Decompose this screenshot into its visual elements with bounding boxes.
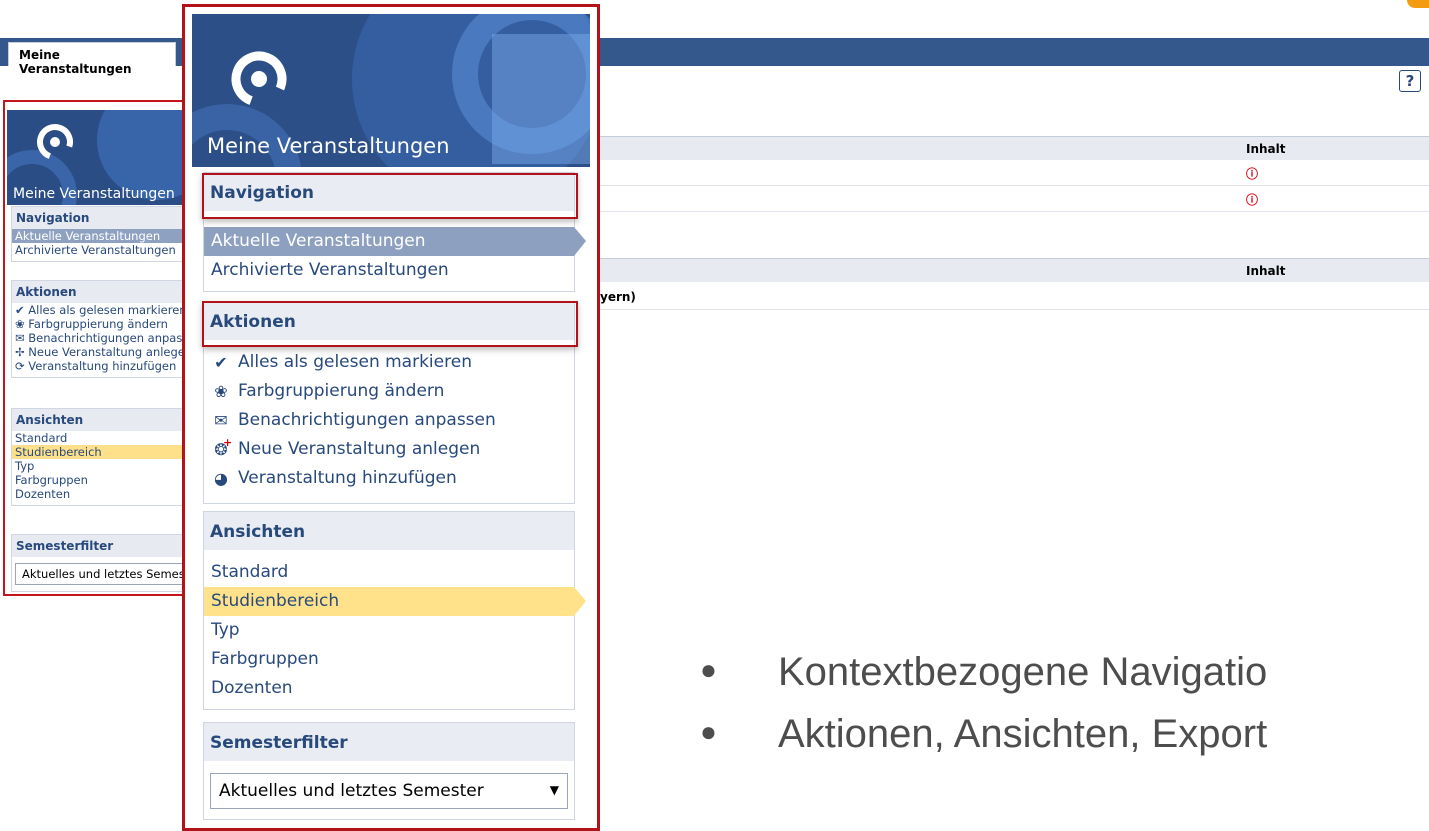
row-text: yern) xyxy=(600,290,636,304)
semester-filter-select[interactable]: Aktuelles und letztes Semeste xyxy=(15,563,191,585)
table-header: Inhalt xyxy=(598,136,1429,160)
sidebar-zoomed: Meine Veranstaltungen Navigation Aktuell… xyxy=(182,4,600,831)
checkmark-icon: ✔ xyxy=(214,353,228,372)
table-row[interactable]: ⓘ xyxy=(598,160,1429,186)
palette-icon: ❀ xyxy=(15,317,29,331)
action-new-course[interactable]: ❂ + Neue Veranstaltung anlegen xyxy=(204,435,574,464)
actions-highlight xyxy=(202,301,578,347)
table-header: Inhalt xyxy=(598,258,1429,282)
view-farbgruppen[interactable]: Farbgruppen xyxy=(12,473,186,487)
views-group: Ansichten Standard Studienbereich Typ Fa… xyxy=(11,408,187,506)
view-farbgruppen[interactable]: Farbgruppen xyxy=(204,645,574,674)
action-add-course[interactable]: ⟳ Veranstaltung hinzufügen xyxy=(12,359,186,373)
action-mark-read[interactable]: ✔ Alles als gelesen markieren xyxy=(12,303,187,317)
view-studienbereich[interactable]: Studienbereich xyxy=(12,445,186,459)
column-header-inhalt: Inhalt xyxy=(1246,142,1286,156)
action-color-grouping[interactable]: ❀ Farbgruppierung ändern xyxy=(12,317,186,331)
studip-logo-icon xyxy=(231,51,287,107)
semester-filter-select[interactable]: Aktuelles und letztes Semester ▼ xyxy=(210,773,568,809)
action-new-course[interactable]: ✢ Neue Veranstaltung anlege xyxy=(12,345,186,359)
views-header: Ansichten xyxy=(12,409,186,431)
view-dozenten[interactable]: Dozenten xyxy=(204,674,574,703)
palette-icon: ❀ xyxy=(214,382,228,401)
tab-meine-veranstaltungen[interactable]: Meine Veranstaltungen xyxy=(8,42,176,76)
view-standard[interactable]: Standard xyxy=(204,558,574,587)
semester-filter-group: Semesterfilter Aktuelles und letztes Sem… xyxy=(11,534,191,592)
sidebar-hero: Meine Veranstaltungen xyxy=(7,110,191,205)
action-notifications[interactable]: ✉ Benachrichtigungen anpassen xyxy=(204,406,574,435)
view-dozenten[interactable]: Dozenten xyxy=(12,487,186,501)
brand-corner-accent xyxy=(1407,0,1429,8)
views-header: Ansichten xyxy=(204,512,574,550)
view-typ[interactable]: Typ xyxy=(204,616,574,645)
warning-icon: ⓘ xyxy=(1246,167,1259,181)
sidebar-hero: Meine Veranstaltungen xyxy=(192,14,590,167)
action-color-grouping[interactable]: ❀ Farbgruppierung ändern xyxy=(204,377,574,406)
column-header-inhalt: Inhalt xyxy=(1246,264,1286,278)
semester-filter-value: Aktuelles und letztes Semester xyxy=(219,781,484,801)
view-standard[interactable]: Standard xyxy=(12,431,186,445)
table-row[interactable]: yern) xyxy=(598,284,1429,310)
sidebar-item-archivierte[interactable]: Archivierte Veranstaltungen xyxy=(204,256,574,285)
checkmark-icon: ✔ xyxy=(15,303,29,317)
sidebar-item-aktuelle[interactable]: Aktuelle Veranstaltungen xyxy=(12,229,186,243)
views-group: Ansichten Standard Studienbereich Typ Fa… xyxy=(203,511,586,710)
sidebar-title: Meine Veranstaltungen xyxy=(207,134,450,158)
sidebar-item-archivierte[interactable]: Archivierte Veranstaltungen xyxy=(12,243,186,257)
add-course-icon: ◕ xyxy=(214,469,228,488)
action-notifications[interactable]: ✉ Benachrichtigungen anpas xyxy=(12,331,186,345)
add-course-icon: ⟳ xyxy=(15,359,29,373)
navigation-header: Navigation xyxy=(12,207,186,229)
help-icon[interactable]: ? xyxy=(1399,70,1421,92)
view-studienbereich[interactable]: Studienbereich xyxy=(204,587,586,616)
table-row[interactable]: ⓘ xyxy=(598,186,1429,212)
new-course-icon: ✢ xyxy=(15,345,29,359)
studip-logo-icon xyxy=(37,124,73,160)
navigation-highlight xyxy=(202,173,578,219)
sidebar-small: Meine Veranstaltungen Navigation Aktuell… xyxy=(3,100,193,596)
sidebar-title: Meine Veranstaltungen xyxy=(13,186,175,202)
bullet-point: ● Aktionen, Ansichten, Export xyxy=(700,712,1268,756)
warning-icon: ⓘ xyxy=(1246,193,1259,207)
semester-filter-header: Semesterfilter xyxy=(204,723,574,761)
action-mark-read[interactable]: ✔ Alles als gelesen markieren xyxy=(204,348,574,377)
bullet-point: ● Kontextbezogene Navigatio xyxy=(700,650,1268,694)
actions-group: Aktionen ✔ Alles als gelesen markieren ❀… xyxy=(11,280,187,378)
view-typ[interactable]: Typ xyxy=(12,459,186,473)
action-add-course[interactable]: ◕ Veranstaltung hinzufügen xyxy=(204,464,574,493)
chevron-down-icon: ▼ xyxy=(549,783,559,797)
actions-header: Aktionen xyxy=(12,281,186,303)
sidebar-item-aktuelle[interactable]: Aktuelle Veranstaltungen xyxy=(204,227,586,256)
semester-filter-header: Semesterfilter xyxy=(12,535,186,557)
new-course-icon: ❂ + xyxy=(214,436,233,459)
semester-filter-group: Semesterfilter Aktuelles und letztes Sem… xyxy=(203,722,575,820)
navigation-group: Navigation Aktuelle Veranstaltungen Arch… xyxy=(11,206,187,262)
envelope-icon: ✉ xyxy=(15,331,29,345)
